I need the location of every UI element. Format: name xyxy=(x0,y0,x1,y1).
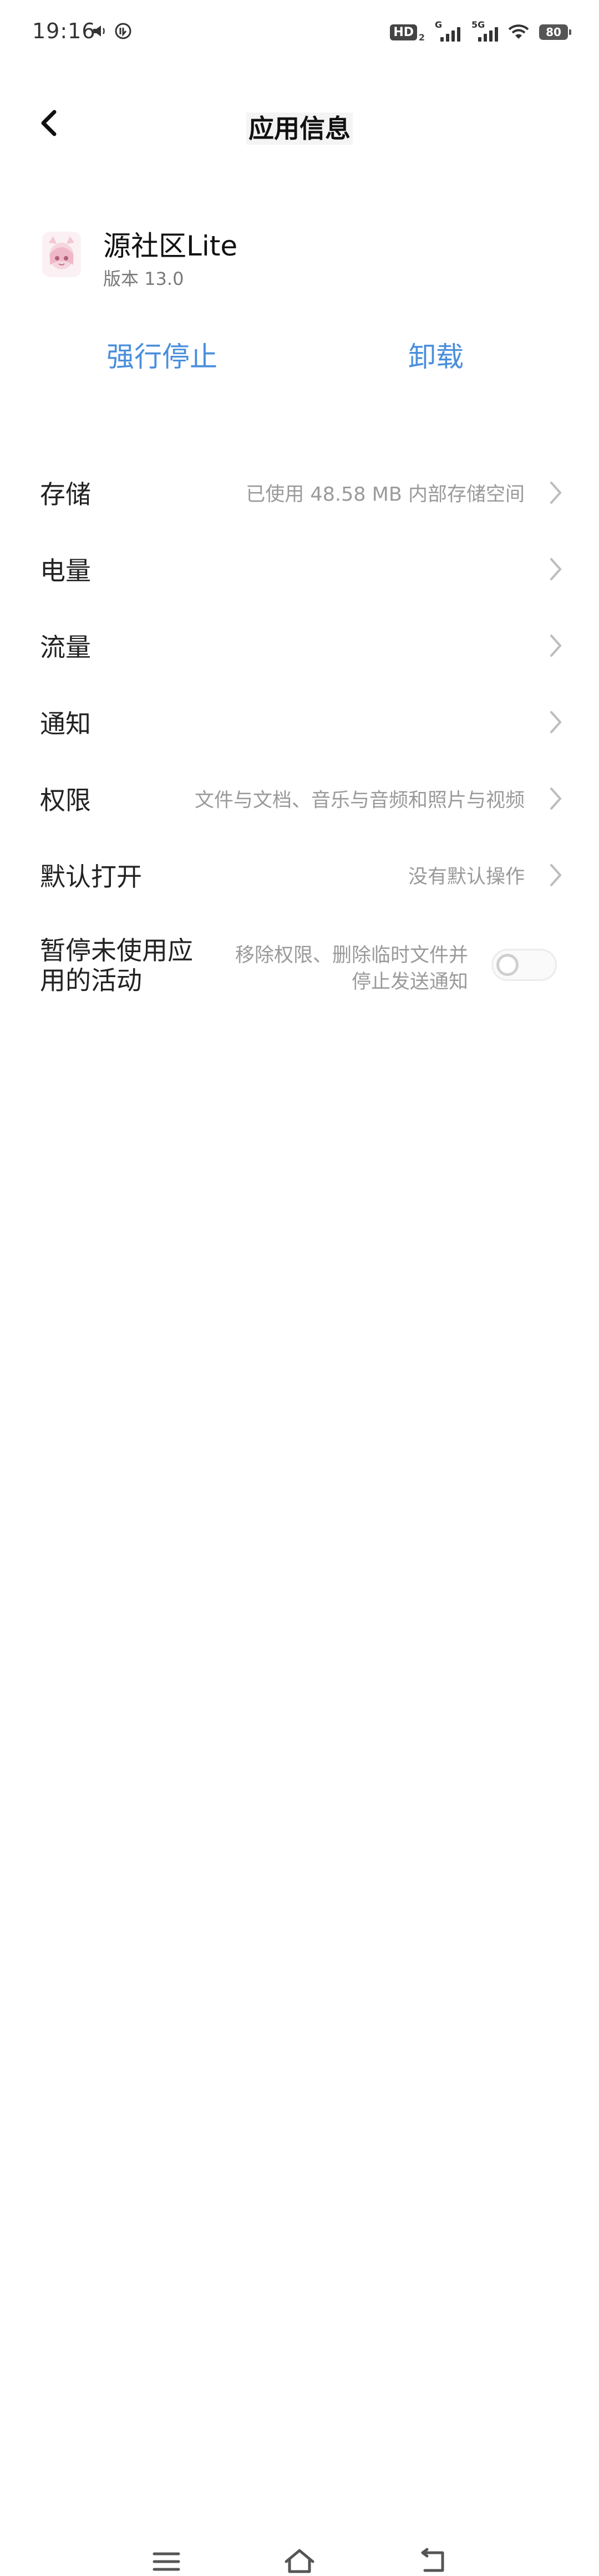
row-value: 已使用 48.58 MB 内部存储空间 xyxy=(246,483,525,506)
volume-icon xyxy=(93,25,105,37)
chevron-right-icon xyxy=(550,482,562,504)
signal-icon: G xyxy=(435,19,460,42)
chevron-right-icon xyxy=(550,558,562,580)
page-title: 应用信息 xyxy=(0,109,599,145)
status-icons: HD 2 G 5G 80 xyxy=(390,19,571,43)
battery-row[interactable]: 电量 xyxy=(0,531,599,607)
pause-unused-description: 移除权限、删除临时文件并停止发送通知 xyxy=(235,944,469,993)
chevron-right-icon xyxy=(550,788,562,810)
wifi-icon xyxy=(508,24,529,39)
app-icon xyxy=(42,232,81,277)
chevron-right-icon xyxy=(550,864,562,886)
back-icon[interactable] xyxy=(417,2547,450,2576)
open-by-default-row[interactable]: 默认打开 没有默认操作 xyxy=(0,837,599,913)
hd-icon: HD 2 xyxy=(390,24,425,43)
pause-unused-label: 暂停未使用应用的活动 xyxy=(40,936,193,995)
data-usage-row[interactable]: 流量 xyxy=(0,607,599,684)
nfc-icon xyxy=(115,23,131,39)
uninstall-button[interactable]: 卸载 xyxy=(408,335,464,375)
row-label: 电量 xyxy=(40,556,91,586)
app-version: 版本 13.0 xyxy=(103,268,184,289)
row-label: 流量 xyxy=(40,632,91,662)
battery-icon: 80 xyxy=(539,24,571,40)
signal-5g-icon: 5G xyxy=(471,19,498,42)
row-label: 默认打开 xyxy=(40,862,142,892)
force-stop-button[interactable]: 强行停止 xyxy=(106,335,217,375)
row-label: 通知 xyxy=(40,709,91,739)
permissions-row[interactable]: 权限 文件与文档、音乐与音频和照片与视频 xyxy=(0,760,599,837)
row-value: 没有默认操作 xyxy=(408,866,525,888)
row-value: 文件与文档、音乐与音频和照片与视频 xyxy=(194,789,525,812)
app-name: 源社区Lite xyxy=(103,230,238,262)
chevron-right-icon xyxy=(550,711,562,733)
row-label: 权限 xyxy=(40,785,91,815)
status-time: 19:16 xyxy=(32,19,96,43)
pause-unused-toggle[interactable] xyxy=(491,949,557,981)
chevron-right-icon xyxy=(550,635,562,657)
toggle-knob xyxy=(496,954,519,976)
storage-row[interactable]: 存储 已使用 48.58 MB 内部存储空间 xyxy=(0,454,599,531)
row-label: 存储 xyxy=(40,479,91,509)
menu-icon[interactable] xyxy=(150,2547,183,2576)
notifications-row[interactable]: 通知 xyxy=(0,684,599,760)
navigation-bar xyxy=(0,1264,599,2573)
status-bar: 19:16 HD 2 G 5G 80 xyxy=(0,0,599,67)
home-icon[interactable] xyxy=(283,2547,316,2576)
